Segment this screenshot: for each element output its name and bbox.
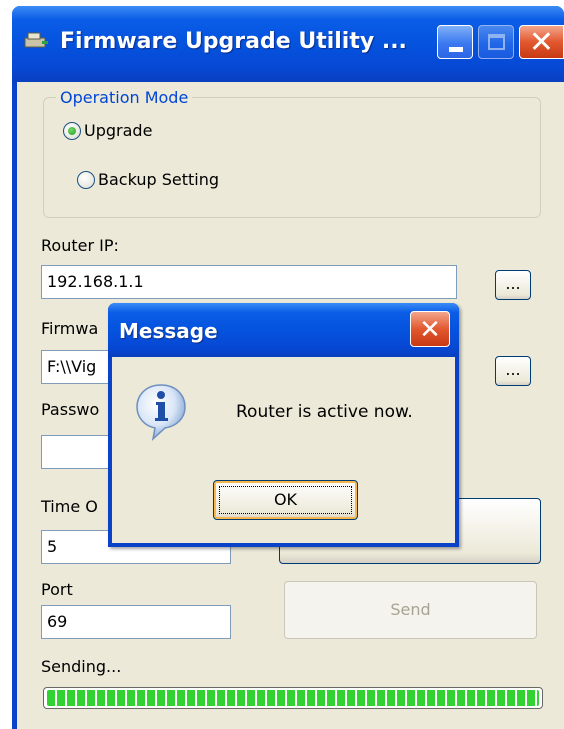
close-icon: ✕ bbox=[419, 315, 441, 345]
router-ip-browse-button[interactable]: ... bbox=[495, 270, 531, 300]
radio-selected-dot bbox=[68, 127, 76, 135]
dialog-title: Message bbox=[119, 319, 218, 343]
progress-bar bbox=[43, 687, 543, 709]
progress-fill bbox=[47, 690, 539, 706]
dialog-close-button[interactable]: ✕ bbox=[410, 311, 450, 347]
router-ip-label: Router IP: bbox=[41, 236, 119, 255]
maximize-button[interactable] bbox=[478, 25, 514, 59]
dialog-message: Router is active now. bbox=[236, 402, 413, 422]
ok-button[interactable]: OK bbox=[213, 480, 358, 520]
port-label: Port bbox=[41, 580, 73, 599]
status-text: Sending... bbox=[41, 657, 122, 676]
port-input[interactable]: 69 bbox=[41, 605, 231, 639]
close-icon: ✕ bbox=[528, 25, 555, 60]
window-title: Firmware Upgrade Utility ... bbox=[60, 29, 407, 54]
send-button[interactable]: Send bbox=[284, 581, 537, 639]
backup-setting-radio-label[interactable]: Backup Setting bbox=[98, 169, 219, 191]
firmware-browse-button[interactable]: ... bbox=[495, 356, 531, 386]
backup-setting-radio[interactable] bbox=[77, 171, 95, 189]
operation-mode-legend: Operation Mode bbox=[56, 86, 193, 110]
upgrade-radio-label[interactable]: Upgrade bbox=[84, 120, 152, 142]
close-button[interactable]: ✕ bbox=[519, 25, 564, 60]
info-icon bbox=[136, 384, 186, 442]
minimize-icon bbox=[449, 47, 463, 52]
firmware-label: Firmwa bbox=[41, 319, 99, 338]
maximize-icon bbox=[488, 34, 505, 50]
upgrade-radio[interactable] bbox=[63, 122, 81, 140]
app-icon bbox=[24, 32, 48, 48]
focus-rectangle bbox=[219, 486, 352, 514]
router-ip-input[interactable]: 192.168.1.1 bbox=[41, 265, 457, 299]
minimize-button[interactable] bbox=[437, 25, 473, 59]
password-label: Passwo bbox=[41, 400, 100, 419]
operation-mode-group bbox=[43, 97, 541, 218]
timeout-label: Time O bbox=[41, 497, 98, 516]
